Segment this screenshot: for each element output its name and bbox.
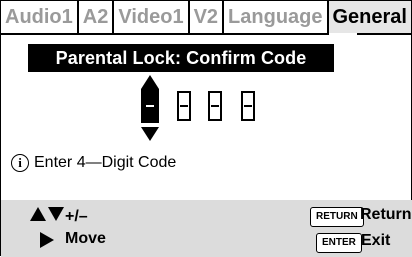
- info-icon: i: [11, 154, 29, 172]
- tab-bar: Audio1 A2 Video1 V2 Language General: [1, 1, 412, 35]
- tab-a2[interactable]: A2: [79, 1, 115, 35]
- digit-down-arrow-icon[interactable]: [141, 127, 159, 141]
- code-digit-1[interactable]: [141, 89, 159, 123]
- tab-bar-filler: [357, 1, 411, 35]
- dialog-title: Parental Lock: Confirm Code Number: [28, 44, 334, 72]
- tab-language[interactable]: Language: [224, 1, 328, 35]
- code-digit-2[interactable]: [177, 91, 191, 121]
- code-digit-3[interactable]: [208, 91, 222, 121]
- info-line: i Enter 4—Digit Code: [11, 154, 176, 172]
- tab-audio1[interactable]: Audio1: [1, 1, 79, 35]
- footer-help-bar: +/– Move RETURN Return ENTER Exit: [1, 200, 412, 257]
- tab-video1[interactable]: Video1: [114, 1, 189, 35]
- up-arrow-icon: [30, 207, 46, 221]
- return-label: Return: [360, 206, 412, 224]
- exit-label: Exit: [361, 232, 390, 250]
- info-text: Enter 4—Digit Code: [34, 154, 176, 172]
- right-arrow-icon: [40, 232, 54, 248]
- updown-label: +/–: [65, 208, 88, 226]
- move-label: Move: [65, 230, 106, 248]
- tab-v2[interactable]: V2: [190, 1, 224, 35]
- down-arrow-icon: [48, 207, 64, 221]
- enter-key-button[interactable]: ENTER: [316, 233, 362, 253]
- up-down-arrows-icon: [30, 207, 64, 221]
- digit-up-arrow-icon[interactable]: [141, 75, 159, 89]
- osd-screen: Audio1 A2 Video1 V2 Language General Par…: [0, 0, 412, 256]
- return-key-button[interactable]: RETURN: [310, 207, 364, 227]
- code-digit-4[interactable]: [241, 91, 255, 121]
